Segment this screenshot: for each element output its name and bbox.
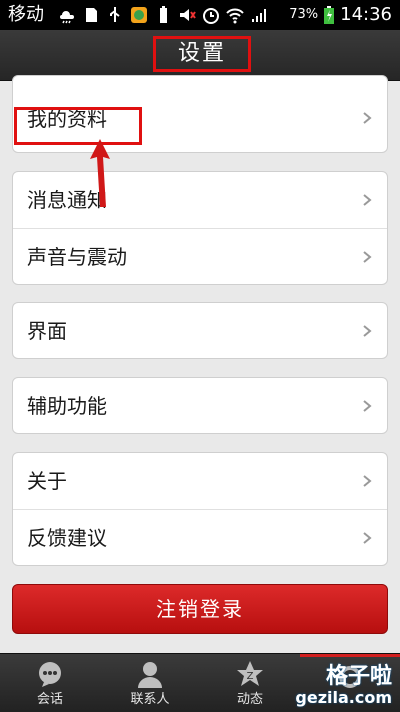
wifi-icon [226, 8, 244, 24]
group-notifications: 消息通知 声音与震动 [12, 171, 388, 285]
page-title: 设置 [177, 41, 226, 66]
chevron-right-icon [363, 251, 372, 263]
logout-label: 注销登录 [156, 597, 244, 621]
usb-icon [110, 7, 120, 22]
chevron-right-icon [363, 194, 372, 206]
status-icons [58, 4, 268, 26]
watermark: 格子啦 gezila.com [272, 656, 400, 711]
annotation-arrow-icon [90, 139, 110, 207]
chevron-right-icon [363, 532, 372, 544]
app-notification-icon [131, 7, 147, 23]
row-label: 反馈建议 [27, 526, 107, 550]
row-sound-vibration[interactable]: 声音与震动 [13, 228, 387, 284]
weather-icon [60, 11, 74, 24]
logout-button[interactable]: 注销登录 [12, 584, 388, 634]
row-about[interactable]: 关于 [13, 453, 387, 509]
tab-contacts[interactable]: 联系人 [100, 654, 200, 712]
battery-percent: 73% [289, 7, 319, 22]
row-label: 辅助功能 [27, 394, 107, 418]
status-bar: 移动 73% 14:36 [0, 0, 400, 30]
row-label: 界面 [27, 319, 67, 343]
watermark-url: gezila.com [295, 688, 392, 707]
sd-card-icon [86, 8, 97, 22]
status-right: 73% 14:36 [289, 3, 392, 27]
profile-highlight-box [14, 107, 142, 145]
group-about: 关于 反馈建议 [12, 452, 388, 566]
carrier-label: 移动 [8, 4, 44, 25]
title-bar: 设置 [0, 30, 400, 81]
chevron-right-icon [363, 325, 372, 337]
row-accessibility[interactable]: 辅助功能 [13, 378, 387, 433]
chevron-right-icon [363, 400, 372, 412]
settings-list: 我的资料 消息通知 声音与震动 界面 辅助功能 关于 反馈建议 注销登录 [0, 75, 400, 653]
chat-bubble-icon [39, 662, 61, 687]
row-message-notifications[interactable]: 消息通知 [13, 172, 387, 228]
watermark-title: 格子啦 [325, 664, 392, 689]
row-interface[interactable]: 界面 [13, 303, 387, 358]
title-highlight-box: 设置 [153, 36, 251, 72]
sound-off-icon [180, 9, 196, 21]
tab-label: 联系人 [130, 692, 170, 707]
chevron-right-icon [363, 475, 372, 487]
chevron-right-icon [363, 112, 372, 124]
group-accessibility: 辅助功能 [12, 377, 388, 434]
clock: 14:36 [340, 4, 392, 25]
battery-charging-icon [324, 6, 335, 24]
tab-conversations[interactable]: 会话 [0, 654, 100, 712]
row-feedback[interactable]: 反馈建议 [13, 509, 387, 565]
group-interface: 界面 [12, 302, 388, 359]
tab-label: 会话 [36, 692, 63, 707]
contacts-icon [138, 662, 162, 688]
alarm-icon [203, 8, 219, 24]
star-feed-icon: Z [237, 661, 263, 686]
row-label: 声音与震动 [27, 245, 127, 269]
signal-icon [252, 9, 266, 22]
battery-alert-icon [160, 6, 167, 23]
row-label: 关于 [27, 469, 67, 493]
svg-text:Z: Z [247, 671, 254, 682]
